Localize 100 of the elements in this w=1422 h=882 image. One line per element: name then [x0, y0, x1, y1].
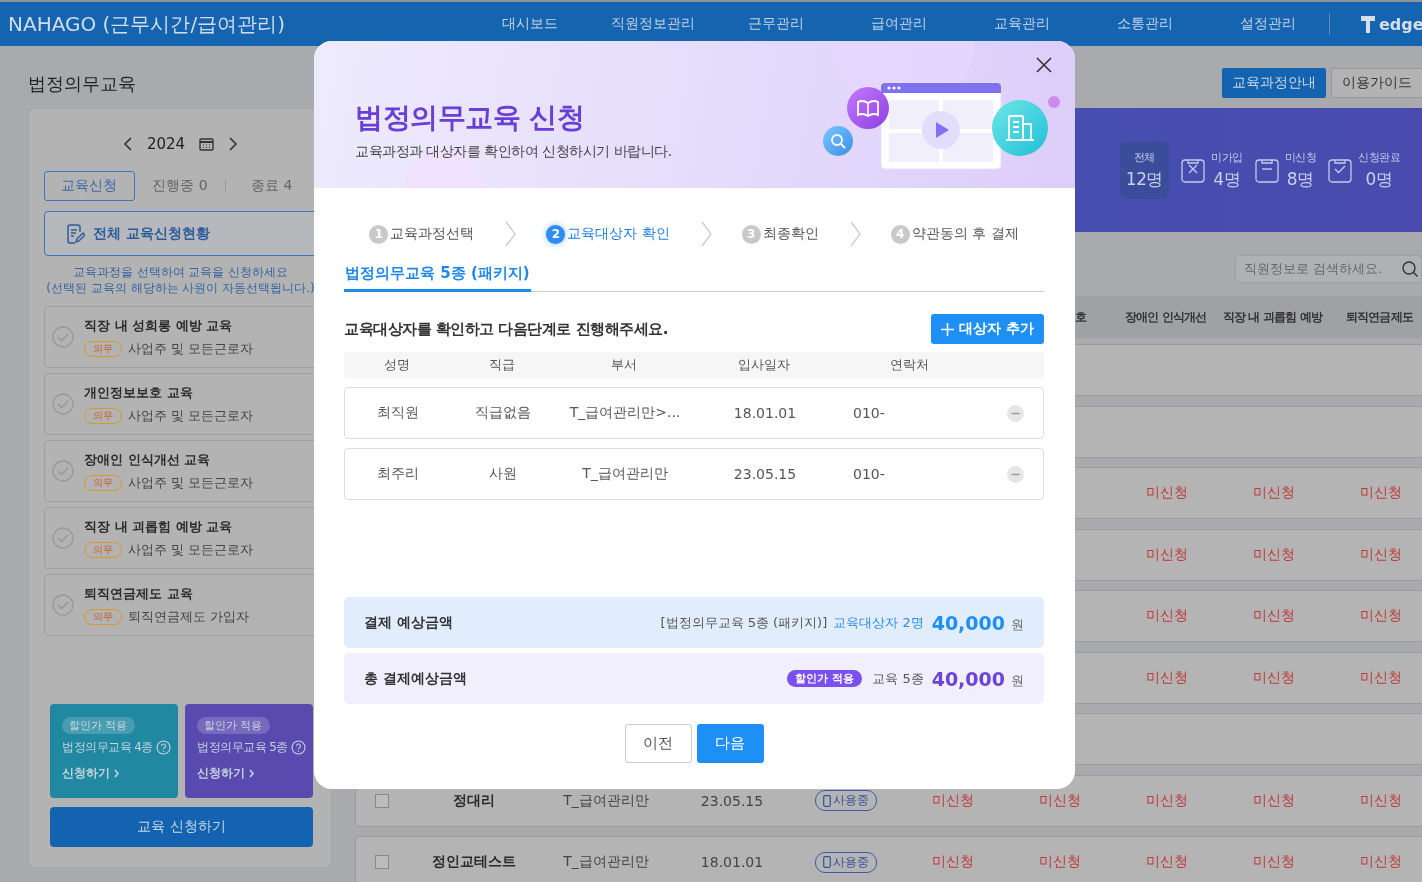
filter-tab[interactable]: 교육신청 — [44, 171, 135, 201]
table-cell: 미신청 — [1359, 668, 1402, 687]
table-cell: 미신청 — [1359, 607, 1402, 625]
course-target: 사업주 및 모든근로자 — [128, 473, 254, 492]
summary-detail: 교육 5종 — [872, 669, 924, 688]
stat-label: 신청완료 — [1358, 149, 1400, 165]
nav-item[interactable]: 직원정보관리 — [591, 15, 714, 33]
table-cell-text: 최주리 — [376, 465, 420, 483]
column-header: 연락처 — [888, 356, 930, 374]
table-cell-text: 최직원 — [376, 404, 420, 422]
table-cell: 정대리 — [453, 791, 495, 810]
table-cell-text: 23.05.15 — [732, 466, 798, 482]
nav-item[interactable]: 교육관리 — [960, 15, 1083, 33]
table-cell: 미신청 — [931, 791, 974, 810]
table-cell: 미신청 — [1252, 791, 1295, 810]
modal-subtitle: 교육과정과 대상자를 확인하여 신청하시기 바랍니다. — [355, 143, 673, 161]
remove-icon[interactable] — [1006, 465, 1024, 483]
table-cell: 미신청 — [1252, 853, 1295, 871]
guide-button[interactable]: 이용가이드 — [1331, 68, 1422, 98]
apply-link[interactable]: 신청하기 — [62, 765, 120, 782]
course-target: 퇴직연금제도 가입자 — [128, 607, 250, 626]
stat-value: 4명 — [1212, 167, 1242, 191]
stat-value: 0명 — [1364, 167, 1394, 191]
nav-item[interactable]: 소통관리 — [1083, 15, 1206, 33]
table-cell-text: 010- — [852, 466, 886, 482]
filter-tab[interactable]: 진행중 0 — [134, 171, 226, 201]
clipboard-icon — [1328, 157, 1352, 183]
step-button[interactable]: 이전 — [624, 724, 692, 763]
table-cell: 미신청 — [1359, 791, 1402, 810]
year-label: 2024 — [146, 135, 186, 153]
chevron-right-icon — [248, 768, 255, 779]
step-label: 교육과정선택 — [390, 225, 475, 243]
discount-badge: 할인가 적용 — [787, 670, 863, 687]
nav-item[interactable]: 대시보드 — [468, 15, 591, 33]
help-icon — [290, 740, 306, 755]
summary-label: 총 결제예상금액 — [364, 669, 467, 688]
column-header: 퇴직연금제도 — [1345, 308, 1414, 326]
filter-tab[interactable]: 종료 4 — [226, 171, 317, 201]
chevron-right-icon — [848, 221, 861, 247]
column-header: 직급 — [488, 356, 516, 374]
discount-badge: 할인가 적용 — [62, 717, 135, 734]
apply-link[interactable]: 신청하기 — [197, 765, 255, 782]
column-header: 부서 — [610, 356, 638, 374]
column-header: 입사일자 — [737, 356, 791, 374]
status-label: 사용중 — [832, 792, 869, 809]
column-header: 장애인 인식개선 — [1124, 308, 1207, 326]
nav-item[interactable]: 설정관리 — [1206, 15, 1329, 33]
target-count: 교육대상자 2명 — [833, 613, 924, 632]
step-button[interactable]: 다음 — [696, 724, 764, 763]
logo-text: edge — [1379, 14, 1422, 34]
document-edit-icon — [67, 223, 85, 244]
table-cell-text: 18.01.01 — [732, 405, 798, 421]
course-title: 개인정보보호 교육 — [84, 383, 194, 402]
help-icon — [155, 740, 171, 755]
course-target: 사업주 및 모든근로자 — [128, 339, 254, 358]
apply-button[interactable]: 교육 신청하기 — [50, 807, 313, 847]
summary-detail: [법정의무교육 5종 (패키지)] — [660, 613, 828, 632]
notice-text: 교육과정을 선택하여 교육을 신청하세요 (선택된 교육의 해당하는 사원이 자동선택됩니다.) — [45, 264, 316, 296]
add-target-button[interactable]: 대상자 추가 — [931, 314, 1044, 344]
course-title: 퇴직연금제도 교육 — [84, 584, 194, 603]
table-cell: 정인교테스트 — [432, 853, 516, 871]
course-target: 사업주 및 모든근로자 — [128, 540, 254, 559]
modal-title: 법정의무교육 신청 — [355, 100, 586, 136]
row-checkbox[interactable] — [375, 855, 389, 869]
table-cell: 미신청 — [1145, 545, 1188, 564]
package-card[interactable]: 할인가 적용 법정의무교육 4종 신청하기 — [50, 704, 178, 798]
table-cell-text: 010- — [852, 405, 886, 421]
table-cell: 미신청 — [1038, 853, 1081, 871]
clipboard-icon — [1181, 157, 1205, 183]
table-cell: T_급여관리만 — [563, 791, 649, 810]
phone-icon — [822, 856, 831, 868]
table-cell: 미신청 — [1145, 607, 1188, 625]
package-card[interactable]: 할인가 적용 법정의무교육 5종 신청하기 — [185, 704, 313, 798]
guide-button[interactable]: 교육과정안내 — [1222, 68, 1326, 98]
column-header: 호 — [1074, 308, 1087, 326]
step-number: 2 — [546, 224, 566, 244]
search-field[interactable]: 직원정보로 검색하세요. — [1235, 255, 1422, 283]
previous-year-icon[interactable] — [122, 136, 133, 152]
table-cell: 미신청 — [1359, 545, 1402, 564]
stat-label: 미신청 — [1284, 149, 1316, 165]
table-cell-text: 사원 — [488, 465, 518, 483]
nav-item[interactable]: 급여관리 — [837, 15, 960, 33]
remove-icon[interactable] — [1006, 404, 1024, 422]
chevron-right-icon — [699, 221, 712, 247]
table-cell: 미신청 — [1359, 484, 1402, 502]
stat-card[interactable]: 전체 12명 — [1119, 141, 1169, 199]
amount: 40,000 — [931, 667, 1005, 690]
package-title: 법정의무교육 4종 — [62, 739, 153, 756]
close-icon[interactable] — [1035, 56, 1053, 74]
table-cell: 23.05.15 — [700, 792, 764, 809]
chevron-right-icon — [113, 768, 120, 779]
table-cell: 미신청 — [1145, 791, 1188, 810]
nav-item[interactable]: 근무관리 — [714, 15, 837, 33]
discount-badge: 할인가 적용 — [197, 717, 270, 734]
next-year-icon[interactable] — [228, 136, 239, 152]
row-checkbox[interactable] — [375, 793, 389, 808]
step-label: 교육대상자 확인 — [567, 225, 670, 243]
table-cell: 미신청 — [1145, 668, 1188, 687]
table-cell: 미신청 — [1252, 484, 1295, 502]
package-tab[interactable]: 법정의무교육 5종 (패키지) — [344, 264, 531, 292]
